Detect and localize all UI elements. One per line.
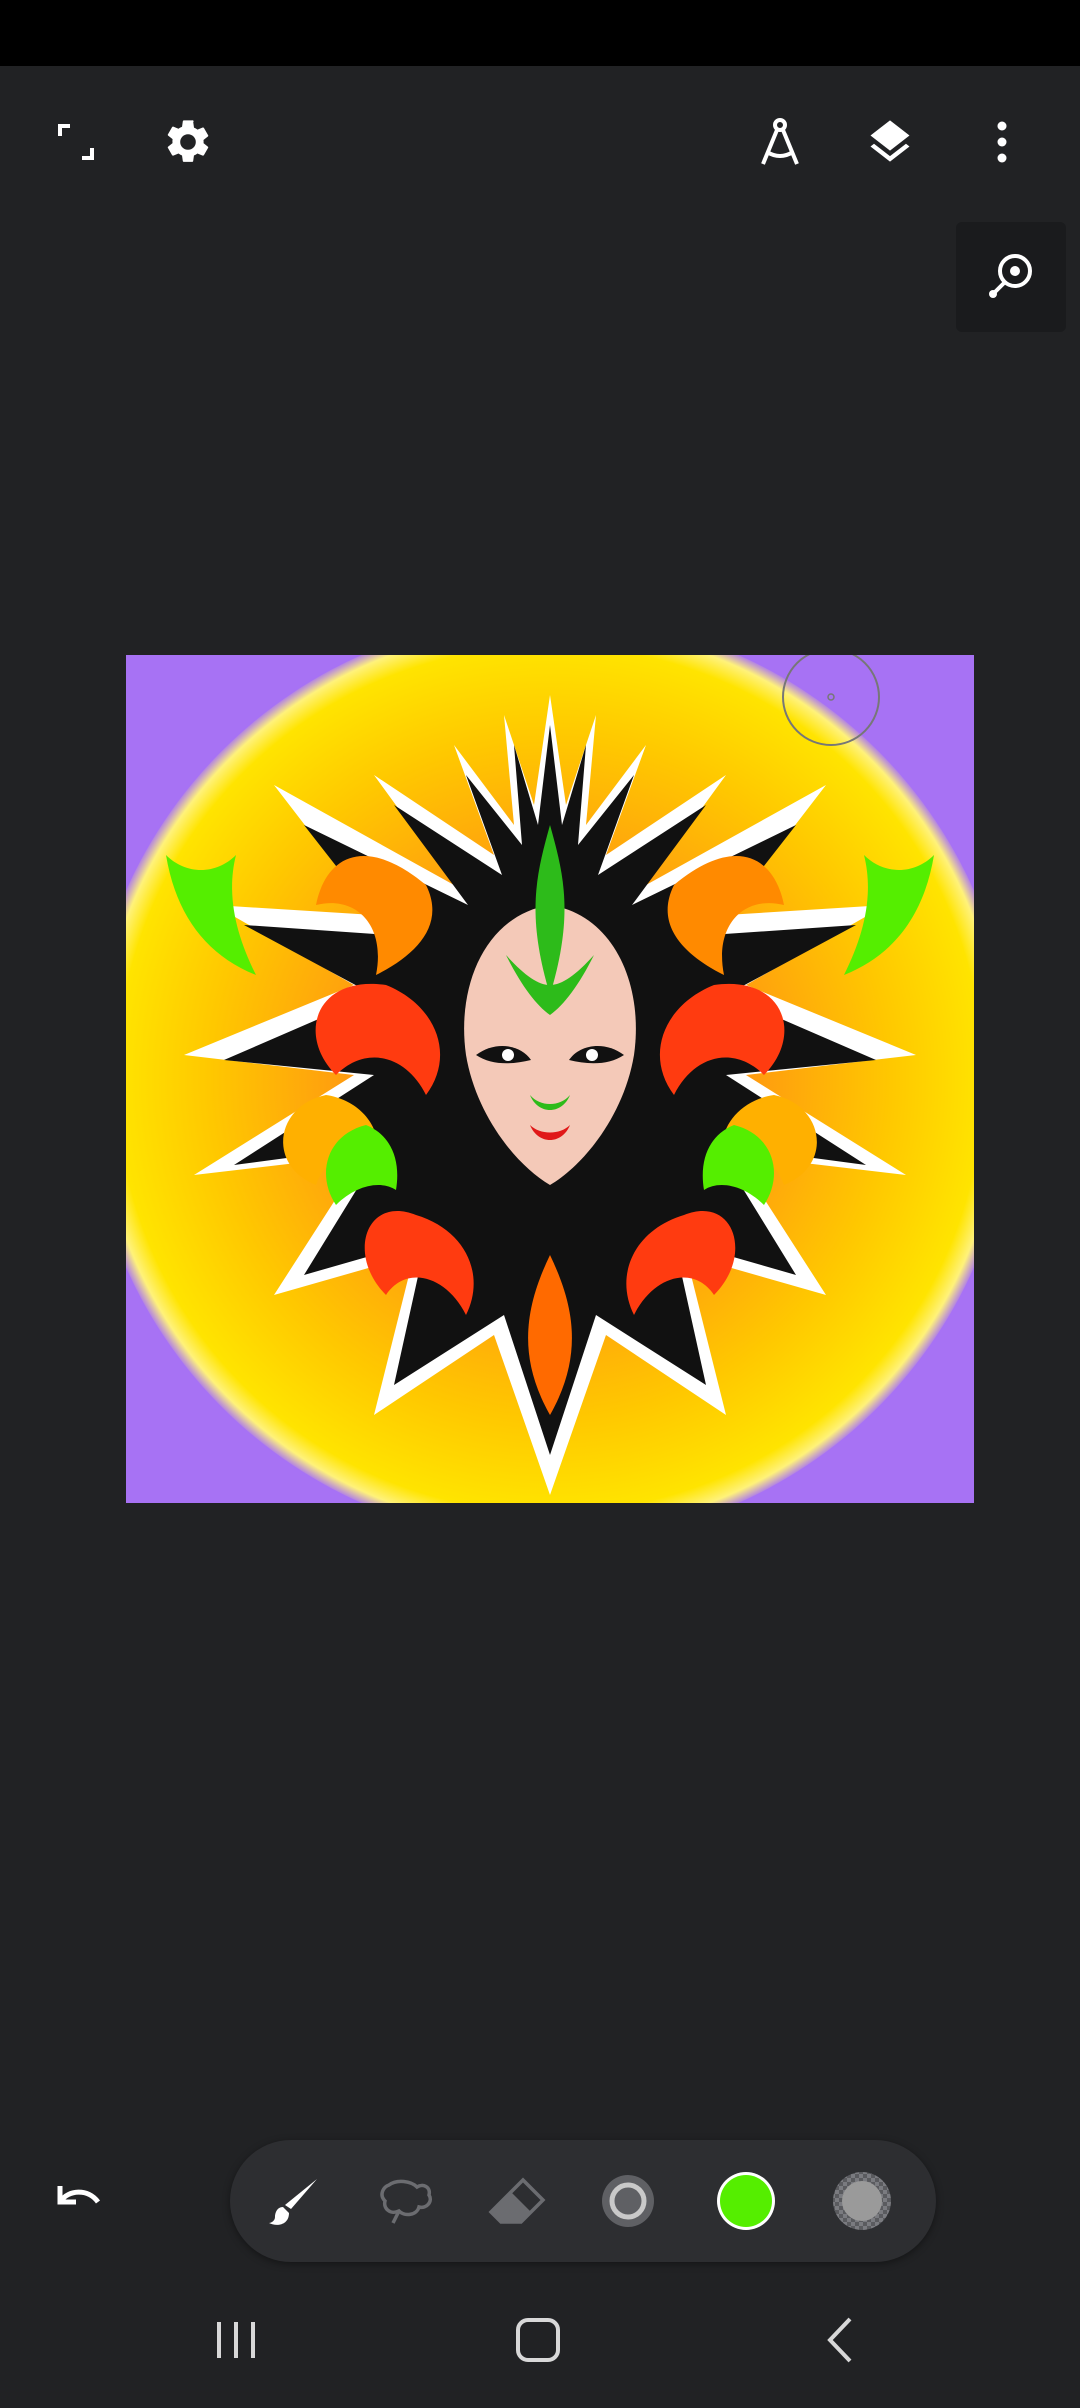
- brush-size-icon[interactable]: [578, 2140, 678, 2262]
- artwork-illustration: [166, 695, 934, 1495]
- zoom-tool-button[interactable]: [956, 222, 1066, 332]
- settings-icon[interactable]: [158, 112, 218, 172]
- eraser-icon[interactable]: [467, 2140, 567, 2262]
- bottom-toolbar: [230, 2140, 936, 2262]
- color-swatch-icon[interactable]: [696, 2140, 796, 2262]
- recents-icon[interactable]: [186, 2300, 286, 2380]
- brush-cursor: [782, 655, 880, 746]
- ruler-compass-icon[interactable]: [750, 112, 810, 172]
- home-icon[interactable]: [488, 2300, 588, 2380]
- drawing-canvas[interactable]: [126, 655, 974, 1503]
- status-bar: [0, 0, 1080, 66]
- fullscreen-icon[interactable]: [46, 112, 106, 172]
- lasso-icon[interactable]: [356, 2140, 456, 2262]
- undo-icon[interactable]: [46, 2168, 110, 2232]
- opacity-icon[interactable]: [812, 2140, 912, 2262]
- more-vert-icon[interactable]: [972, 112, 1032, 172]
- back-icon[interactable]: [790, 2300, 890, 2380]
- layers-icon[interactable]: [860, 112, 920, 172]
- brush-icon[interactable]: [245, 2140, 345, 2262]
- zoom-search-icon: [983, 247, 1039, 308]
